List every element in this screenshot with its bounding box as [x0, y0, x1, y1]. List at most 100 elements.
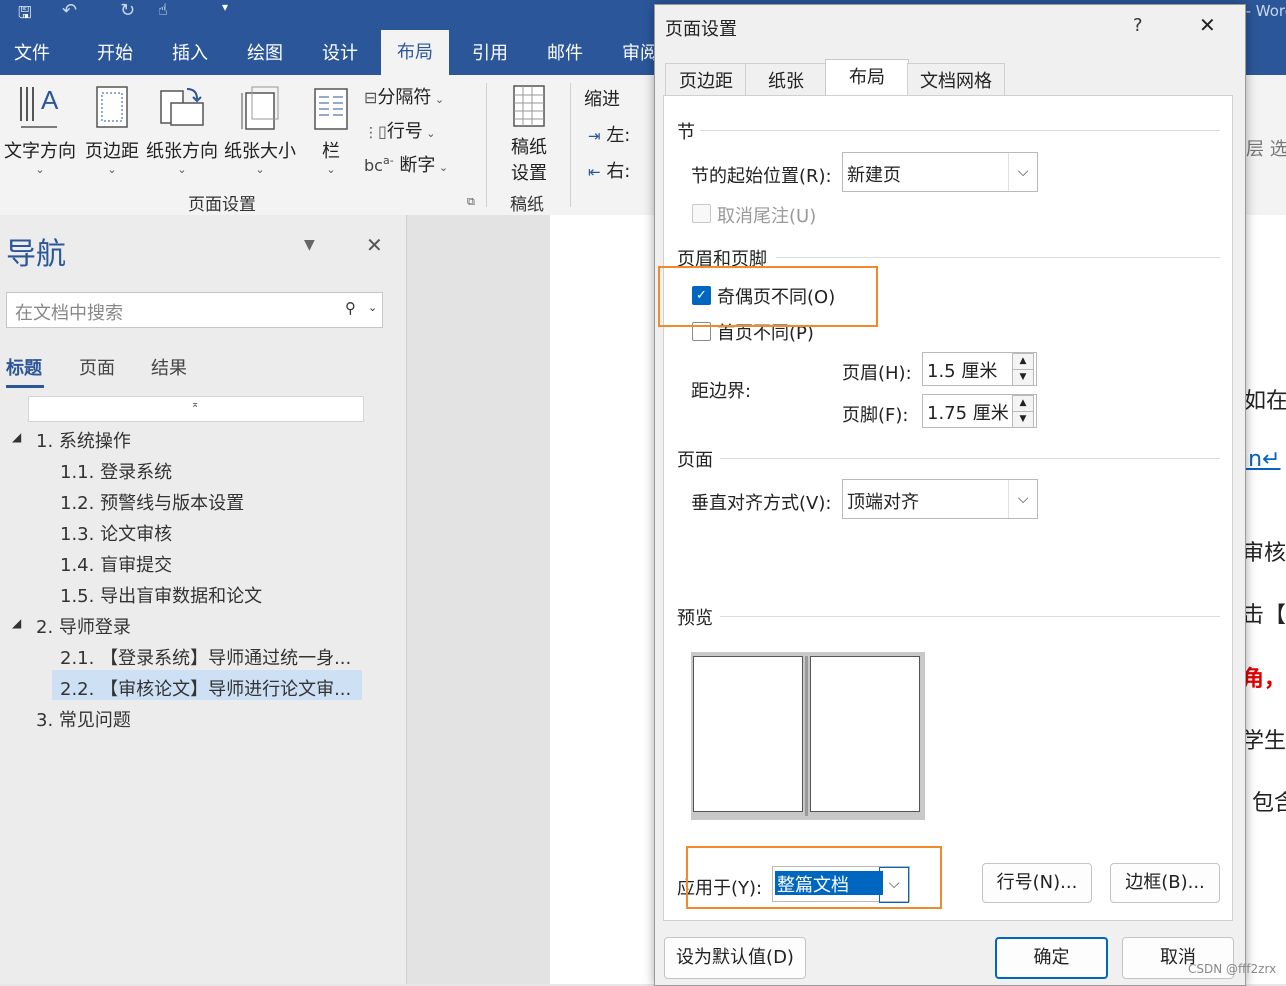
tab-headings[interactable]: 标题 [6, 354, 42, 380]
spin-up-icon[interactable]: ▲ [1012, 353, 1034, 370]
tree-item[interactable]: 2.1. 【登录系统】导师通过统一身... [60, 644, 351, 670]
suppress-endnotes-label: 取消尾注(U) [717, 206, 817, 227]
text-direction-label: 文字方向 [4, 141, 76, 162]
close-button[interactable]: ✕ [1199, 13, 1216, 37]
navigation-pane: 导航 ▼ ✕ 在文档中搜索 ⚲ ⌄ 标题 页面 结果 ⌅ ◢ 1. 系统操作 1… [0, 215, 407, 984]
preview-spine [805, 656, 808, 816]
tab-mailings[interactable]: 邮件 [547, 40, 583, 75]
manuscript-label-2: 设置 [511, 163, 547, 184]
touch-mode-icon[interactable]: ☝ [158, 0, 168, 19]
redo-icon[interactable]: ↻ [120, 0, 135, 21]
chevron-down-icon: ⌵ [1008, 480, 1037, 518]
tab-draw[interactable]: 绘图 [247, 40, 283, 75]
set-default-button[interactable]: 设为默认值(D) [664, 937, 806, 979]
ok-button[interactable]: 确定 [995, 937, 1108, 979]
header-distance-input[interactable]: 1.5 厘米 ▲ ▼ [922, 352, 1037, 386]
spin-up-icon[interactable]: ▲ [1012, 395, 1034, 412]
manuscript-group-label: 稿纸 [510, 195, 544, 215]
search-icon[interactable]: ⚲ [345, 299, 356, 317]
manuscript-button[interactable]: 稿纸 设置 [506, 83, 552, 185]
suppress-endnotes-checkbox[interactable] [692, 204, 711, 223]
hyphenation-label: 断字 [399, 155, 436, 176]
tab-references[interactable]: 引用 [472, 40, 508, 75]
spin-down-icon[interactable]: ▼ [1012, 411, 1034, 428]
columns-button[interactable]: 栏 ⌄ [310, 83, 352, 176]
section-start-select[interactable]: 新建页 ⌵ [842, 152, 1038, 192]
section-start-label: 节的起始位置(R): [691, 166, 832, 187]
page-size-button[interactable]: 纸张大小 ⌄ [222, 83, 298, 176]
manuscript-label-1: 稿纸 [511, 137, 547, 158]
margins-label: 页边距 [85, 141, 139, 162]
hyphenation-button[interactable]: bca- 断字 ⌄ [364, 151, 448, 177]
header-distance-label: 页眉(H): [842, 363, 912, 384]
tab-file[interactable]: 文件 [14, 40, 50, 75]
tree-item[interactable]: 1.3. 论文审核 [60, 520, 172, 546]
tree-item[interactable]: 1. 系统操作 [36, 427, 131, 453]
breaks-button[interactable]: ⊟分隔符 ⌄ [364, 83, 444, 109]
tab-results[interactable]: 结果 [151, 354, 187, 380]
doc-link-fragment[interactable]: in↵ [1242, 447, 1281, 472]
divider [720, 458, 1220, 459]
page-size-icon [241, 86, 279, 130]
chevron-down-icon: ⌵ [1008, 153, 1037, 191]
tab-review[interactable]: 审阅 [622, 40, 658, 75]
margins-button[interactable]: 页边距 ⌄ [82, 83, 142, 176]
group-divider [570, 83, 571, 207]
breaks-label: 分隔符 [377, 87, 432, 108]
nav-options-icon[interactable]: ▼ [304, 237, 315, 253]
tab-design[interactable]: 设计 [322, 40, 358, 75]
group-divider [486, 83, 487, 207]
text-direction-button[interactable]: A 文字方向 ⌄ [4, 83, 76, 176]
line-numbers-ribbon-button[interactable]: ⋮▯行号 ⌄ [364, 117, 436, 143]
doc-text-fragment: 审核 [1242, 541, 1286, 566]
expanded-triangle-icon[interactable]: ◢ [12, 616, 21, 630]
orientation-label: 纸张方向 [146, 141, 218, 162]
watermark: CSDN @fff2zrx [1188, 962, 1277, 976]
tree-item[interactable]: 2. 导师登录 [36, 613, 131, 639]
from-edge-label: 距边界: [691, 381, 752, 402]
layout-panel: 节 节的起始位置(R): 新建页 ⌵ 取消尾注(U) 页眉和页脚 ✓ 奇偶页不同… [663, 95, 1233, 921]
page-section-title: 页面 [677, 450, 713, 471]
dialog-title: 页面设置 [665, 19, 737, 40]
page-size-label: 纸张大小 [224, 141, 296, 162]
scroll-up-button[interactable]: ⌅ [28, 396, 364, 422]
orientation-button[interactable]: 纸张方向 ⌄ [144, 83, 220, 176]
search-input[interactable]: 在文档中搜索 ⚲ ⌄ [6, 292, 383, 328]
chevron-down-icon: ⌄ [35, 163, 45, 176]
tab-home[interactable]: 开始 [97, 40, 133, 75]
tab-pages[interactable]: 页面 [79, 354, 115, 380]
text-direction-icon: A [20, 85, 59, 128]
close-icon[interactable]: ✕ [366, 233, 383, 257]
spin-down-icon[interactable]: ▼ [1012, 369, 1034, 386]
hyphenation-icon: bc [364, 156, 383, 175]
tree-item[interactable]: 1.2. 预警线与版本设置 [60, 489, 244, 515]
header-distance-value: 1.5 厘米 [927, 361, 998, 382]
tree-item[interactable]: 1.5. 导出盲审数据和论文 [60, 582, 262, 608]
dialog-launcher-icon[interactable]: ⧉ [467, 195, 475, 209]
expanded-triangle-icon[interactable]: ◢ [12, 430, 21, 444]
tree-item[interactable]: 3. 常见问题 [36, 706, 131, 732]
indent-label: 缩进 [584, 89, 620, 110]
preview-image [691, 652, 925, 820]
indent-right: ⇤ 右: [588, 161, 631, 182]
line-numbers-button[interactable]: 行号(N)... [982, 863, 1092, 903]
save-icon[interactable]: 🖫 [18, 2, 32, 29]
tree-item[interactable]: 1.1. 登录系统 [60, 458, 172, 484]
tab-layout[interactable]: 布局 [381, 30, 449, 75]
tab-insert[interactable]: 插入 [172, 40, 208, 75]
columns-label: 栏 [322, 141, 340, 162]
tree-item[interactable]: 1.4. 盲审提交 [60, 551, 172, 577]
borders-button[interactable]: 边框(B)... [1110, 863, 1220, 903]
customize-toolbar-icon[interactable]: ▾ [222, 0, 228, 14]
doc-text-fragment: 学生 [1242, 729, 1286, 754]
chevron-down-icon: ⌄ [255, 163, 265, 176]
search-placeholder: 在文档中搜索 [15, 303, 123, 324]
manuscript-icon [513, 85, 545, 127]
vertical-alignment-select[interactable]: 顶端对齐 ⌵ [842, 479, 1038, 519]
help-button[interactable]: ? [1133, 15, 1143, 36]
undo-icon[interactable]: ↶ [62, 0, 77, 21]
footer-distance-input[interactable]: 1.75 厘米 ▲ ▼ [922, 394, 1037, 428]
vertical-alignment-value: 顶端对齐 [847, 492, 919, 513]
chevron-down-icon[interactable]: ⌄ [368, 301, 377, 314]
tree-item[interactable]: 2.2. 【审核论文】导师进行论文审... [60, 675, 351, 701]
